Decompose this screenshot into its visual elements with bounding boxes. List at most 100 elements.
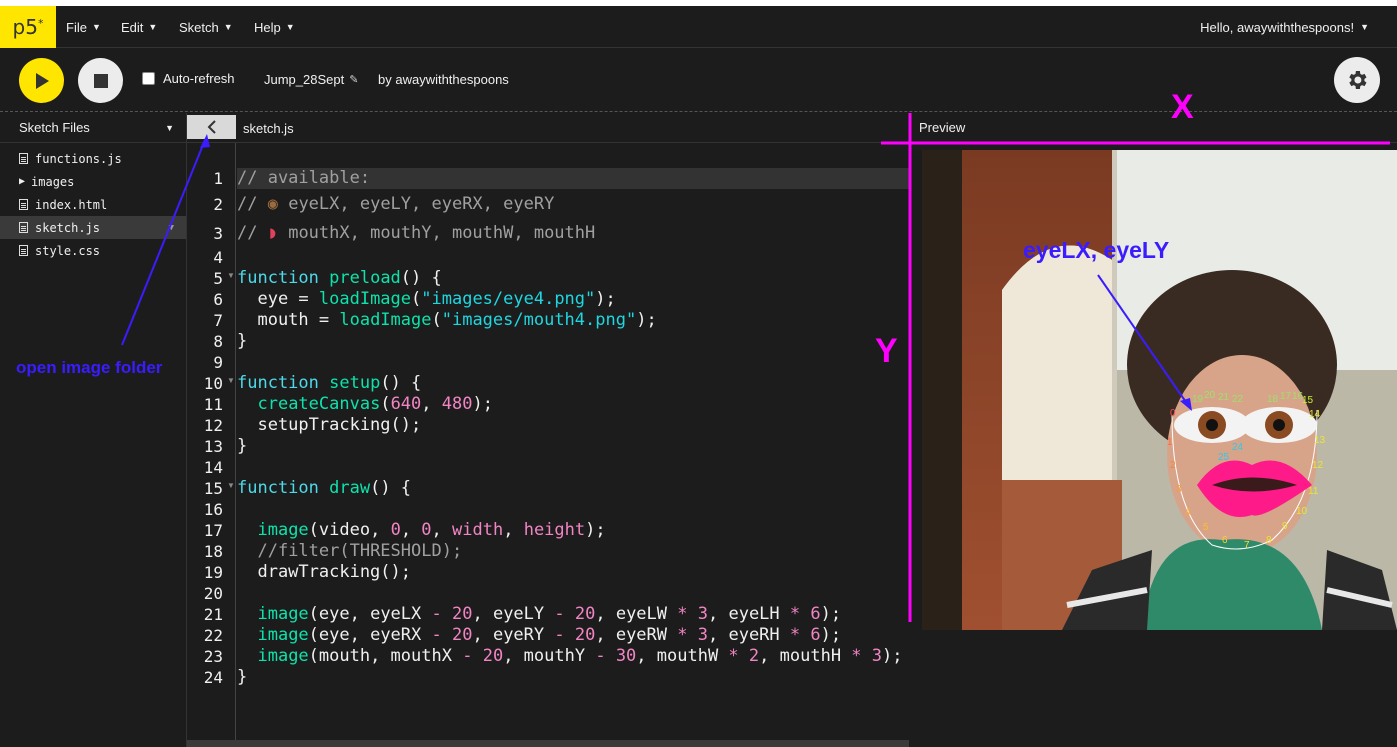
svg-text:17: 17 — [1280, 391, 1292, 402]
line-number: 18 — [203, 542, 223, 561]
chevron-down-icon: ▼ — [285, 22, 295, 32]
menu-file[interactable]: File ▼ — [66, 6, 101, 48]
folder-triangle-icon[interactable]: ▶ — [19, 176, 25, 187]
stop-icon — [93, 73, 108, 88]
code-line-17: image(video, 0, 0, width, height); — [257, 520, 606, 540]
svg-text:24: 24 — [1232, 442, 1244, 453]
preview-header: Preview — [910, 113, 1397, 143]
auto-refresh-checkbox[interactable] — [142, 72, 155, 85]
svg-text:9: 9 — [1282, 521, 1288, 532]
annotation-eye-label: eyeLX, eyeLY — [1023, 237, 1170, 263]
svg-text:25: 25 — [1218, 452, 1230, 463]
svg-text:1: 1 — [1167, 437, 1173, 448]
editor-tab-filename[interactable]: sketch.js — [243, 121, 294, 136]
line-number: 14 — [203, 458, 223, 477]
menu-sketch[interactable]: Sketch ▼ — [179, 6, 233, 48]
chevron-down-icon: ▼ — [91, 22, 101, 32]
horizontal-scrollbar[interactable] — [187, 740, 909, 747]
file-icon — [19, 153, 28, 164]
code-line-12: setupTracking(); — [237, 415, 422, 435]
eye-emoji-icon: ◉ — [267, 194, 278, 214]
folder-name: images — [31, 174, 75, 189]
file-name: functions.js — [35, 151, 122, 166]
preview-canvas[interactable]: 0 1 2 3 4 5 6 7 8 9 10 11 12 13 14 15 19… — [922, 150, 1397, 630]
editor-tab-bar: sketch.js — [187, 113, 909, 143]
menu-edit-label: Edit — [121, 19, 144, 35]
stop-button[interactable] — [78, 58, 123, 103]
code-line-8: } — [237, 331, 248, 351]
collapse-sidebar-button[interactable] — [187, 115, 236, 139]
code-line-24: } — [237, 667, 248, 687]
file-icon — [19, 222, 28, 233]
file-icon — [19, 245, 28, 256]
auto-refresh-label: Auto-refresh — [163, 71, 235, 86]
line-number: 24 — [203, 668, 223, 687]
auto-refresh-toggle[interactable]: Auto-refresh — [142, 71, 235, 86]
logo-asterisk: * — [37, 16, 44, 30]
svg-text:12: 12 — [1312, 460, 1324, 471]
code-line-3: // ◗ mouthX, mouthY, mouthW, mouthH — [237, 223, 596, 243]
fold-arrow-icon[interactable]: ▼ — [227, 376, 235, 385]
code-line-7: mouth = loadImage("images/mouth4.png"); — [237, 310, 657, 330]
line-number: 22 — [203, 626, 223, 645]
svg-text:11: 11 — [1308, 486, 1319, 497]
file-item-sketch-js[interactable]: sketch.js ▼ — [0, 216, 186, 239]
file-sidebar: Sketch Files ▼ functions.js ▶ images inde… — [0, 113, 187, 747]
code-line-15: function draw() { — [237, 478, 412, 498]
sketch-name[interactable]: Jump_28Sept ✎ — [264, 72, 358, 87]
fold-arrow-icon[interactable]: ▼ — [227, 271, 235, 280]
line-number: 4 — [213, 248, 223, 267]
code-line-11: createCanvas(640, 480); — [257, 394, 493, 414]
svg-text:5: 5 — [1203, 522, 1209, 533]
annotation-y-label: Y — [875, 332, 898, 370]
chevron-down-icon[interactable]: ▼ — [165, 123, 174, 133]
code-line-23: image(mouth, mouthX - 20, mouthY - 30, m… — [257, 646, 903, 666]
svg-text:18: 18 — [1267, 394, 1279, 405]
chevron-down-icon: ▼ — [223, 22, 233, 32]
play-icon — [35, 72, 49, 89]
file-name: index.html — [35, 197, 108, 212]
code-line-2: // ◉ eyeLX, eyeLY, eyeRX, eyeRY — [237, 194, 555, 214]
file-icon — [19, 199, 28, 210]
svg-text:19: 19 — [1192, 394, 1204, 405]
sidebar-header[interactable]: Sketch Files ▼ — [0, 113, 186, 143]
menu-file-label: File — [66, 19, 87, 35]
sidebar-title: Sketch Files — [19, 120, 90, 135]
line-number: 2 — [213, 195, 223, 214]
chevron-down-icon: ▼ — [1360, 22, 1369, 32]
fold-arrow-icon[interactable]: ▼ — [227, 481, 235, 490]
code-line-21: image(eye, eyeLX - 20, eyeLY - 20, eyeLW… — [257, 604, 842, 624]
file-item-style-css[interactable]: style.css — [0, 239, 186, 262]
svg-text:6: 6 — [1222, 535, 1228, 546]
line-number: 5 — [213, 269, 223, 288]
file-item-index-html[interactable]: index.html — [0, 193, 186, 216]
code-line-10: function setup() { — [237, 373, 422, 393]
line-number: 17 — [203, 521, 223, 540]
line-number: 15 — [203, 479, 223, 498]
line-number-gutter: 1 2 3 4 5 ▼ 6 7 8 9 10 ▼ 11 12 13 14 15 ▼ 16 17 18 19 20 21 22 23… — [187, 143, 236, 747]
user-menu[interactable]: Hello, awaywiththespoons! ▼ — [1200, 6, 1369, 48]
file-item-functions-js[interactable]: functions.js — [0, 147, 186, 170]
line-number: 23 — [203, 647, 223, 666]
svg-text:4: 4 — [1185, 507, 1191, 518]
sketch-owner[interactable]: by awaywiththespoons — [378, 72, 509, 87]
svg-text:7: 7 — [1244, 540, 1250, 551]
play-button[interactable] — [19, 58, 64, 103]
code-line-18: //filter(THRESHOLD); — [257, 541, 463, 561]
line-number: 3 — [213, 224, 223, 243]
pencil-icon[interactable]: ✎ — [349, 73, 358, 86]
chevron-down-icon[interactable]: ▼ — [169, 223, 174, 233]
menu-help[interactable]: Help ▼ — [254, 6, 295, 48]
chevron-left-icon — [207, 120, 216, 134]
line-number: 1 — [213, 169, 223, 188]
svg-text:15: 15 — [1302, 395, 1314, 406]
file-list: functions.js ▶ images index.html sketch.j… — [0, 143, 186, 262]
menu-help-label: Help — [254, 19, 281, 35]
code-editor[interactable]: 1 2 3 4 5 ▼ 6 7 8 9 10 ▼ 11 12 13 14 15 ▼ 16 17 18 19 20 21 22 23… — [187, 143, 909, 747]
menu-edit[interactable]: Edit ▼ — [121, 6, 157, 48]
file-name: style.css — [35, 243, 101, 258]
code-area[interactable]: // available: // ◉ eyeLX, eyeLY, eyeRX, … — [237, 143, 909, 747]
folder-item-images[interactable]: ▶ images — [0, 170, 186, 193]
settings-button[interactable] — [1334, 57, 1380, 103]
p5-logo[interactable]: p5 * — [0, 6, 56, 48]
